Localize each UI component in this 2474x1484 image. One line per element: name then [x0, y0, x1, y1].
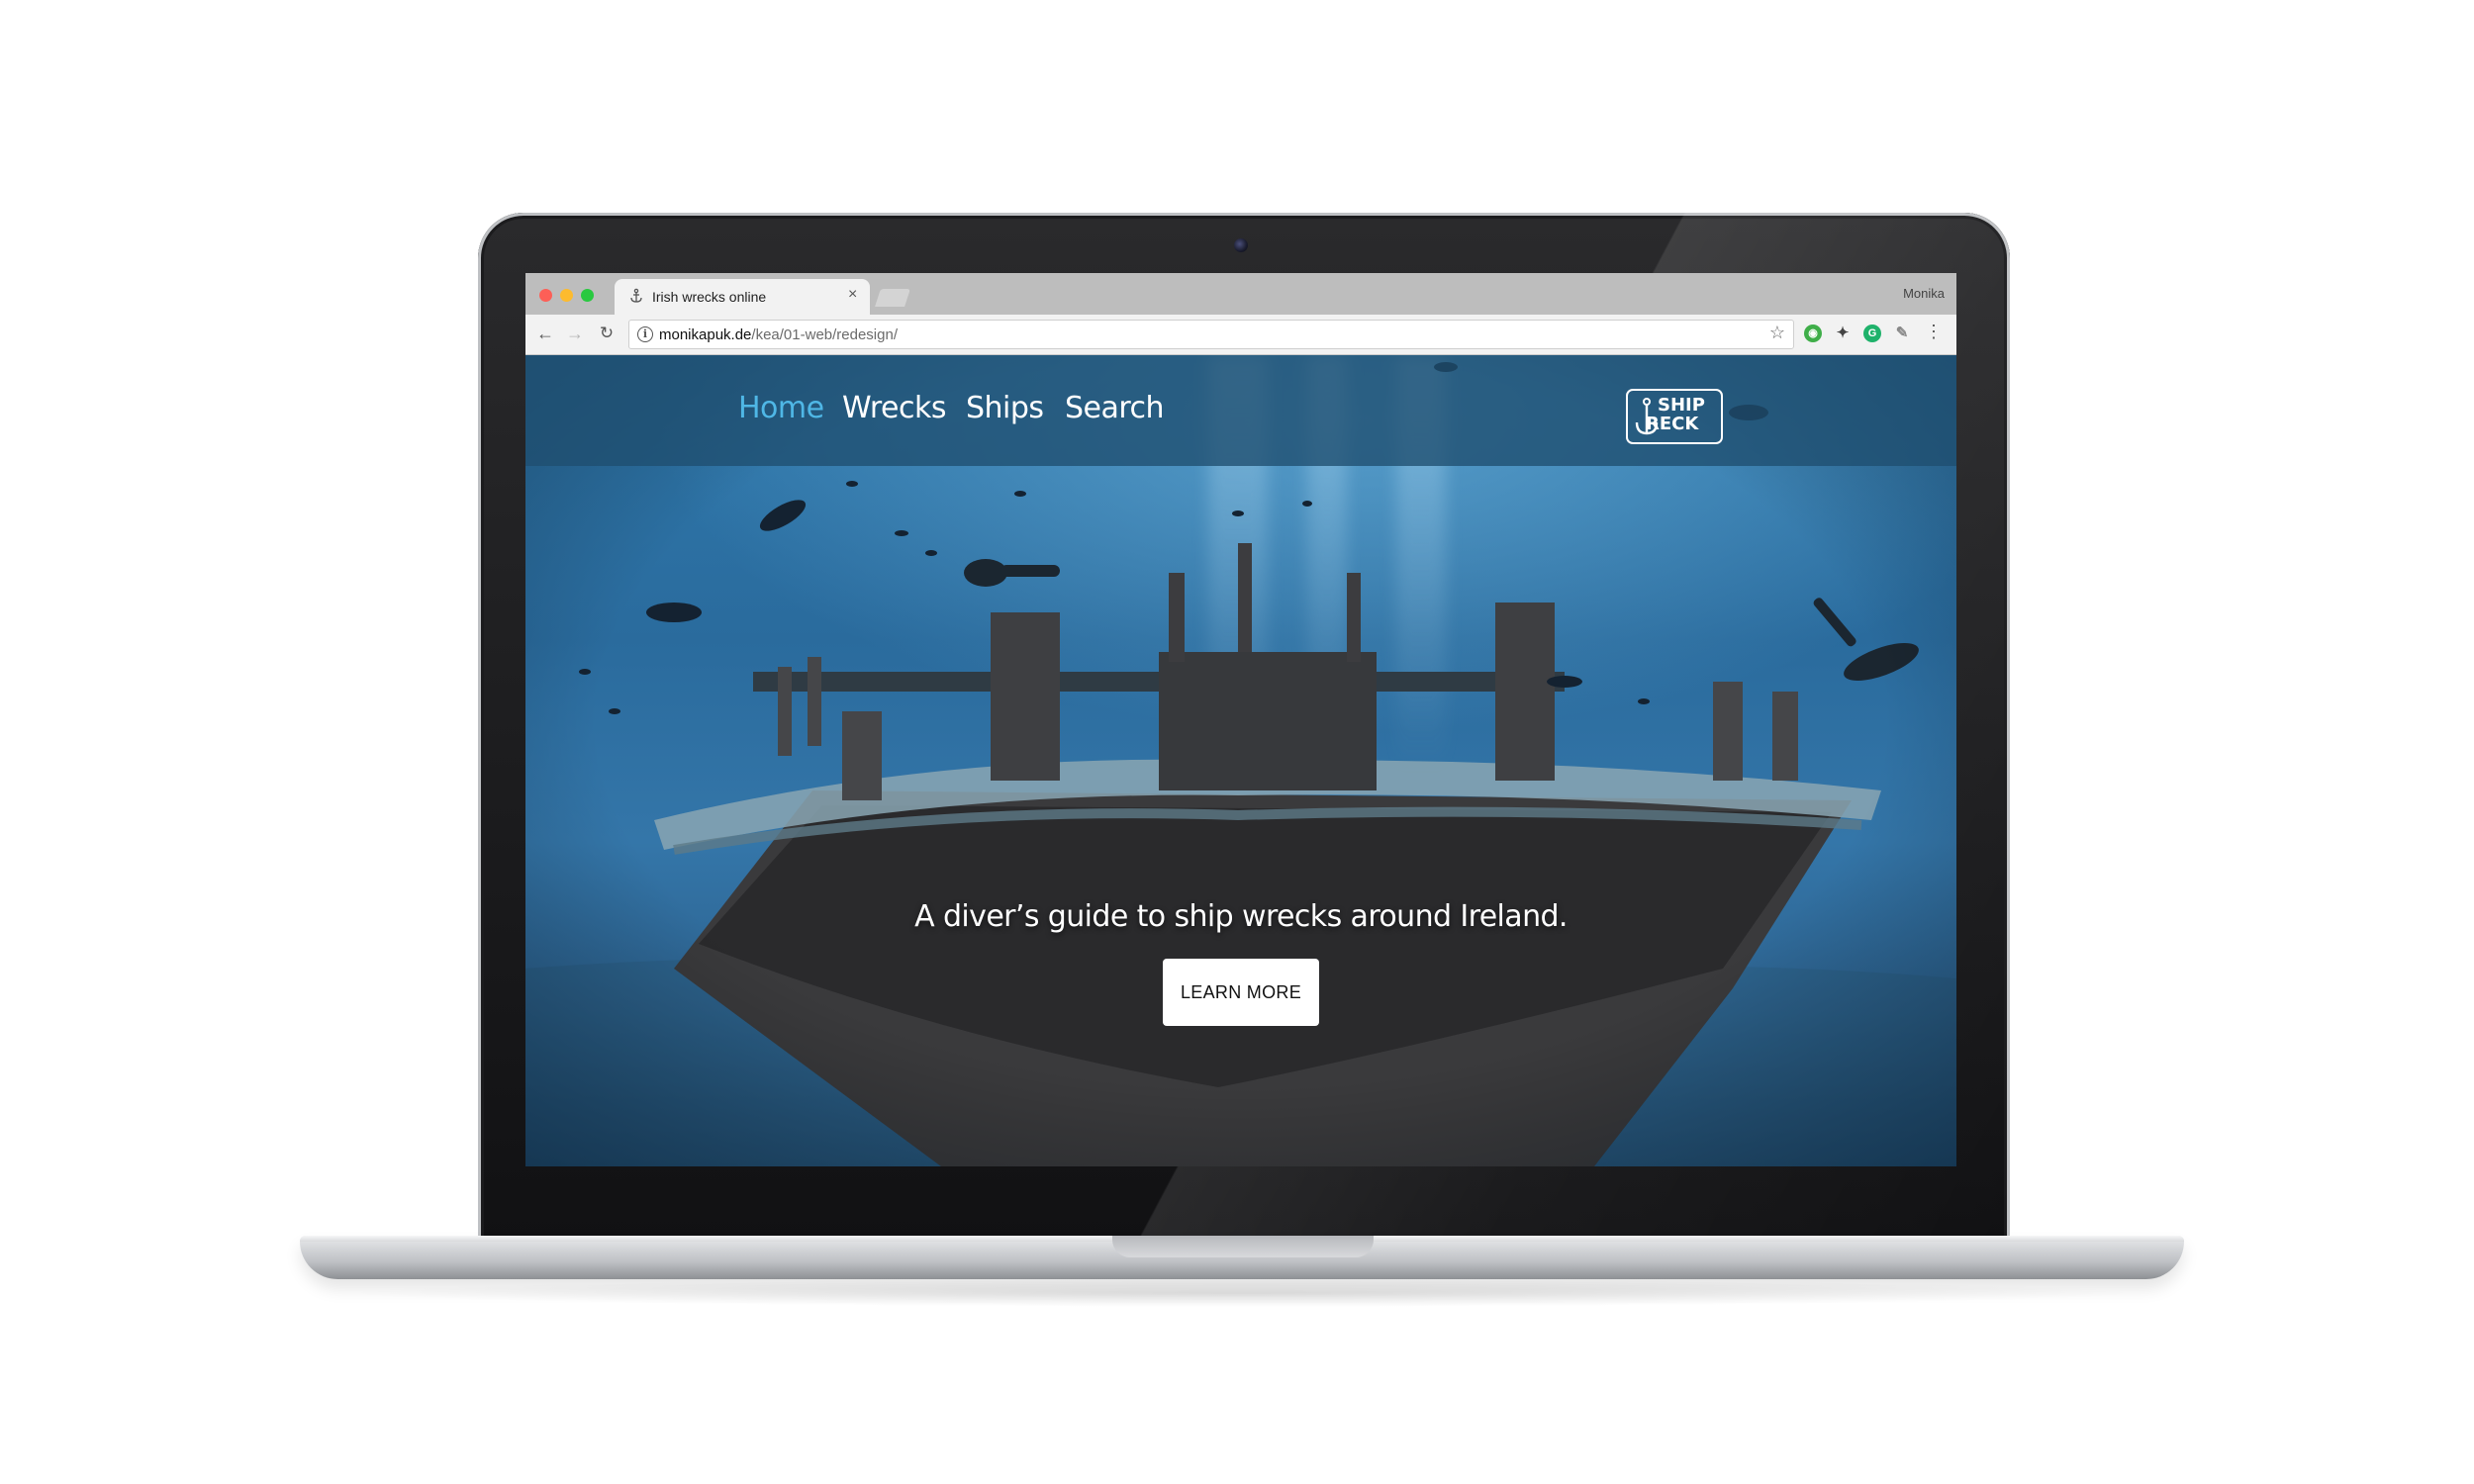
browser-window: Irish wrecks online × Monika ← → ↻ i mon…: [525, 273, 1956, 1166]
laptop-notch: [1112, 1236, 1374, 1257]
url-host: monikapuk.de: [659, 326, 752, 343]
nav-ships[interactable]: Ships: [966, 391, 1044, 425]
extension-4-icon[interactable]: ✎: [1893, 325, 1911, 342]
profile-name[interactable]: Monika: [1903, 286, 1945, 301]
kebab-menu-icon[interactable]: ⋮: [1925, 323, 1943, 340]
shipwreck-logo[interactable]: SHIP RECK: [1626, 389, 1723, 444]
grammarly-icon[interactable]: G: [1863, 325, 1881, 342]
logo-line-1: SHIP: [1658, 395, 1705, 416]
star-icon[interactable]: ☆: [1769, 323, 1785, 343]
close-icon[interactable]: ×: [848, 287, 857, 303]
tab-irish-wrecks[interactable]: Irish wrecks online ×: [615, 279, 870, 315]
laptop-mockup: Irish wrecks online × Monika ← → ↻ i mon…: [0, 0, 2474, 1484]
zoom-window-button[interactable]: [581, 289, 594, 302]
extension-2-icon[interactable]: ✦: [1834, 325, 1852, 342]
hero-background-image: [525, 355, 1956, 1166]
camera-icon: [1234, 238, 1248, 252]
back-arrow-icon[interactable]: ←: [533, 322, 557, 345]
browser-toolbar: ← → ↻ i monikapuk.de/kea/01-web/redesign…: [525, 315, 1956, 355]
nav-home[interactable]: Home: [738, 391, 824, 425]
url-text: monikapuk.de/kea/01-web/redesign/: [659, 326, 898, 343]
minimize-window-button[interactable]: [560, 289, 573, 302]
tab-title: Irish wrecks online: [652, 289, 767, 305]
nav-wrecks[interactable]: Wrecks: [842, 391, 946, 425]
tab-bar: Irish wrecks online × Monika: [525, 273, 1956, 315]
laptop-shadow: [336, 1279, 2147, 1307]
info-icon[interactable]: i: [637, 326, 653, 342]
logo-line-2: RECK: [1646, 414, 1699, 434]
anchor-icon: [630, 288, 642, 303]
hero-tagline: A diver’s guide to ship wrecks around Ir…: [914, 899, 1568, 934]
new-tab-button[interactable]: [875, 289, 910, 307]
address-bar[interactable]: i monikapuk.de/kea/01-web/redesign/ ☆: [628, 320, 1794, 349]
close-window-button[interactable]: [539, 289, 552, 302]
reload-icon[interactable]: ↻: [595, 322, 618, 345]
site-navbar: Home Wrecks Ships Search SHIP RECK: [525, 355, 1956, 466]
nav-search[interactable]: Search: [1065, 391, 1165, 425]
learn-more-button[interactable]: LEARN MORE: [1163, 959, 1319, 1026]
forward-arrow-icon[interactable]: →: [563, 322, 587, 345]
website-page: Home Wrecks Ships Search SHIP RECK A div…: [525, 355, 1956, 1166]
extension-1-icon[interactable]: ◉: [1804, 325, 1822, 342]
url-path: /kea/01-web/redesign/: [751, 326, 898, 343]
